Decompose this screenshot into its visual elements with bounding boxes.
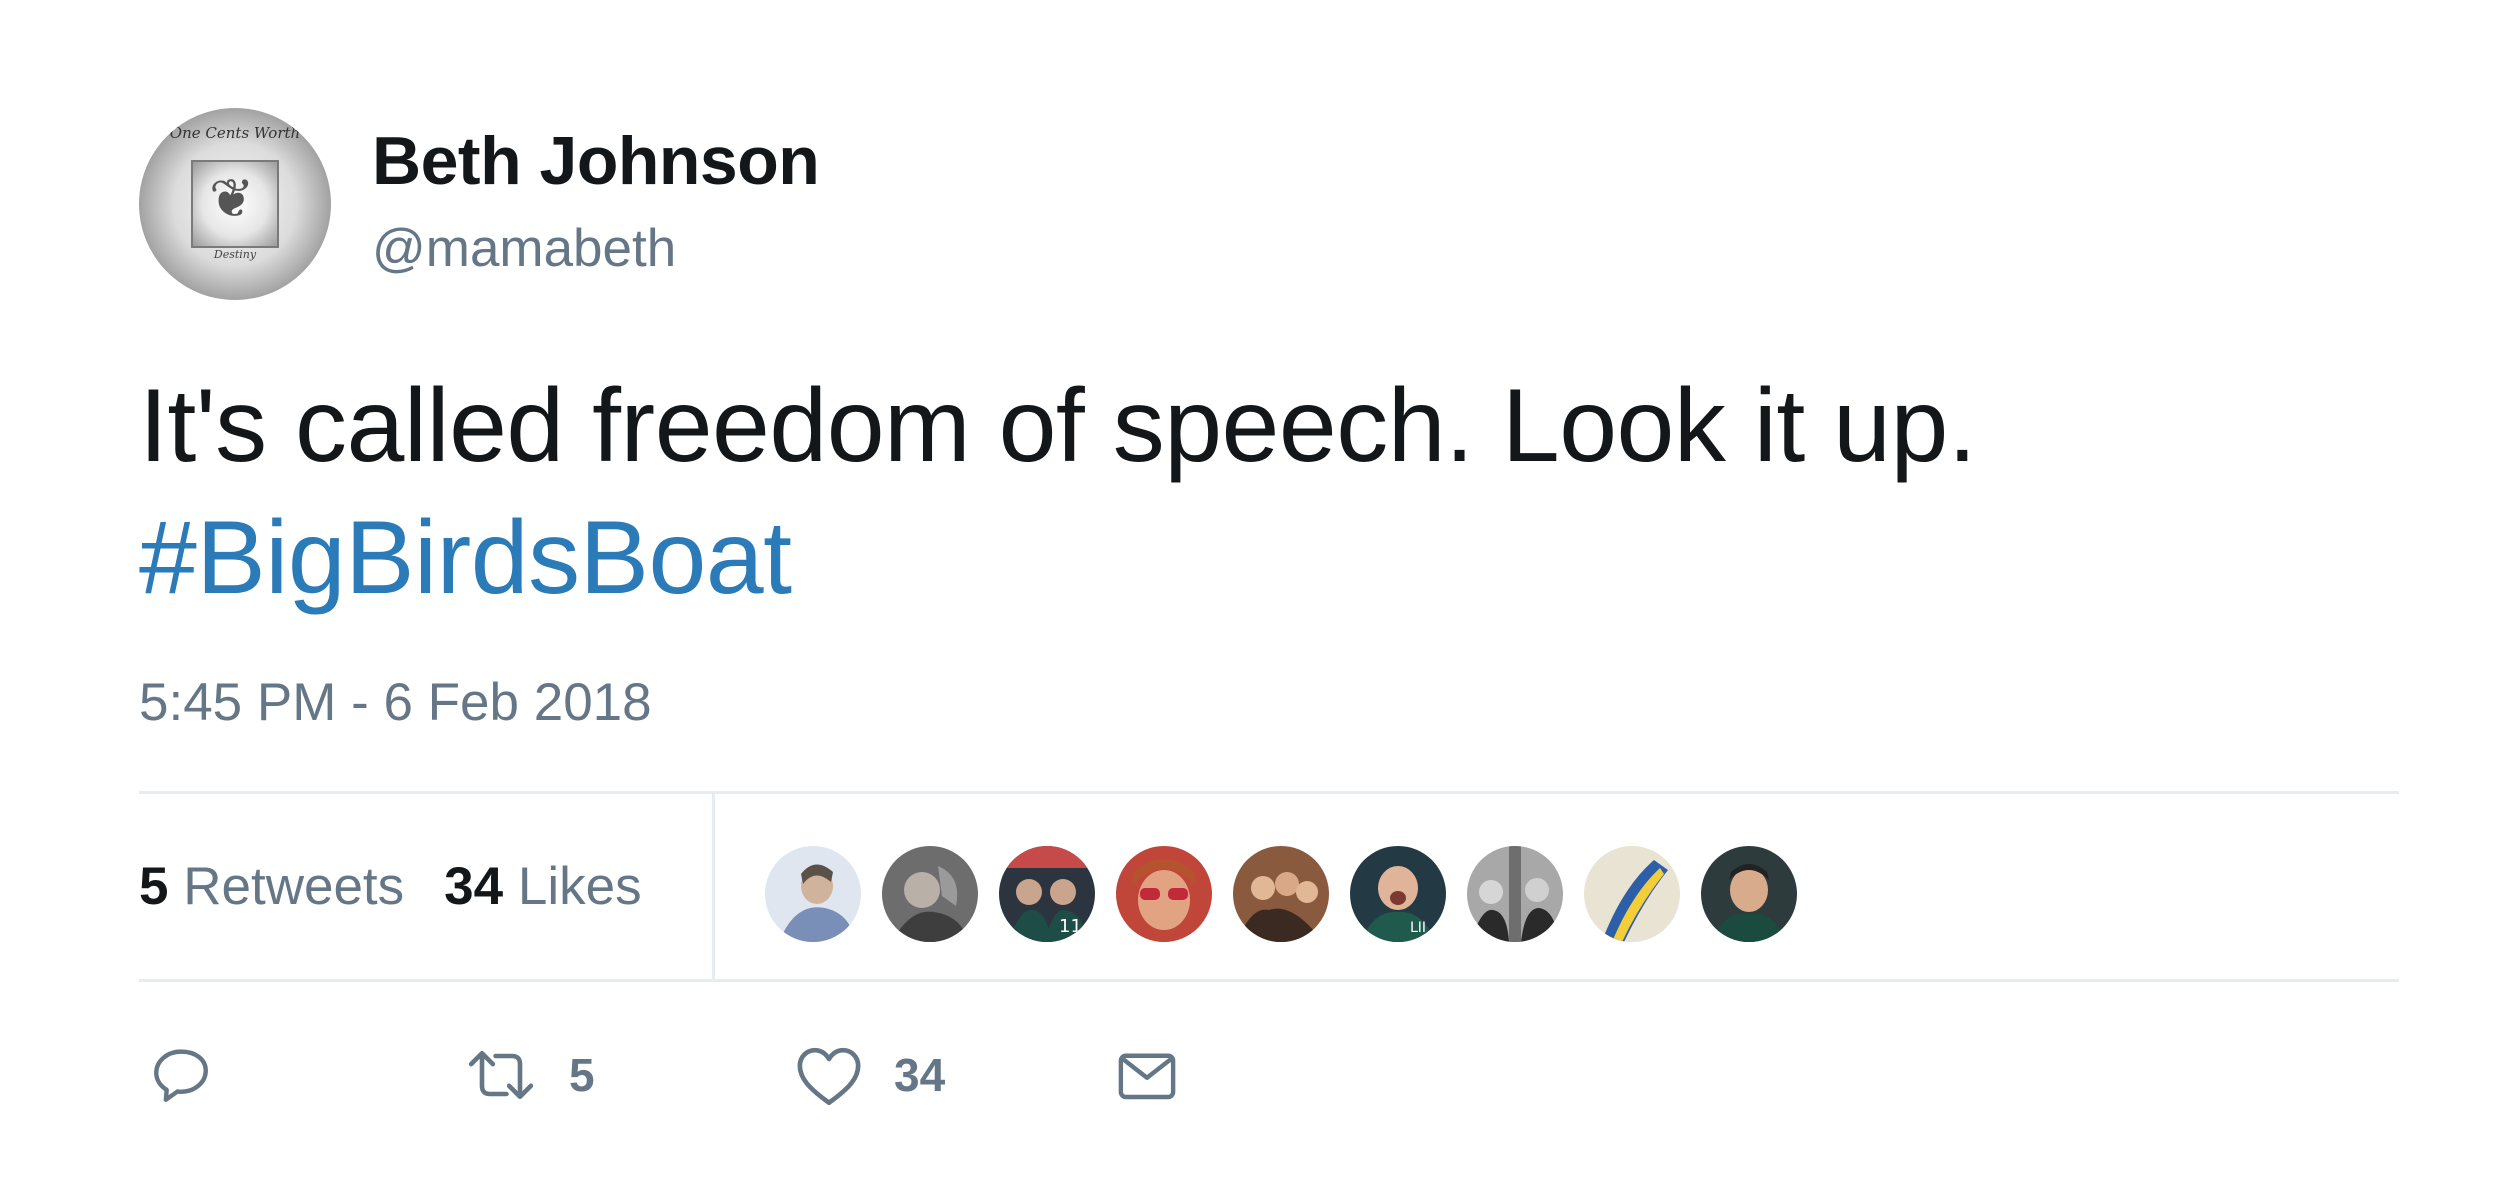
user-avatar-2[interactable] — [882, 846, 978, 942]
tweet-timestamp[interactable]: 5:45 PM - 6 Feb 2018 — [139, 672, 652, 733]
svg-text:LII: LII — [1410, 920, 1426, 936]
retweets-count: 5 — [139, 857, 169, 916]
engagement-stats: 5 Retweets 34 Likes — [139, 856, 642, 917]
user-avatar-3[interactable]: 11 — [999, 846, 1095, 942]
tweet-text: It's called freedom of speech. Look it u… — [139, 368, 1977, 484]
user-avatar-1[interactable] — [765, 846, 861, 942]
author-display-name[interactable]: Beth Johnson — [372, 122, 820, 200]
direct-message-button[interactable] — [1114, 1040, 1180, 1110]
likes-count: 34 — [444, 857, 504, 916]
reply-icon — [148, 1042, 214, 1108]
user-avatar-8[interactable] — [1584, 846, 1680, 942]
divider-bottom — [139, 979, 2399, 982]
retweet-button[interactable]: 5 — [463, 1040, 595, 1110]
like-button[interactable]: 34 — [794, 1040, 945, 1110]
user-avatar-9[interactable] — [1701, 846, 1797, 942]
user-avatar-6[interactable]: LII — [1350, 846, 1446, 942]
likes-label: Likes — [517, 857, 642, 916]
avatar-caption-bottom: Destiny — [213, 248, 257, 261]
heart-icon — [794, 1042, 864, 1108]
avatar-caption-top: One Cents Worth — [169, 124, 301, 142]
retweet-count: 5 — [569, 1049, 595, 1101]
retweet-icon — [463, 1042, 539, 1108]
divider-top — [139, 791, 2399, 794]
like-count: 34 — [894, 1049, 946, 1101]
retweets-label: Retweets — [183, 857, 405, 916]
author-avatar[interactable]: One Cents Worth ❦ Destiny — [139, 108, 331, 300]
liker-avatars: 11 LII — [765, 846, 1797, 942]
hashtag-link[interactable]: #BigBirdsBoat — [139, 492, 792, 624]
reply-button[interactable] — [148, 1040, 214, 1110]
user-avatar-5[interactable] — [1233, 846, 1329, 942]
user-avatar-4[interactable] — [1116, 846, 1212, 942]
envelope-icon — [1114, 1042, 1180, 1108]
divider-vertical — [712, 794, 715, 980]
author-handle[interactable]: @mamabeth — [372, 218, 676, 279]
likes-stat[interactable]: 34 Likes — [444, 857, 641, 916]
heart-logo-icon: ❦ — [209, 169, 255, 229]
user-avatar-7[interactable] — [1467, 846, 1563, 942]
tweet-body: It's called freedom of speech. Look it u… — [139, 360, 1977, 624]
retweets-stat[interactable]: 5 Retweets — [139, 857, 404, 916]
svg-text:11: 11 — [1059, 916, 1082, 937]
